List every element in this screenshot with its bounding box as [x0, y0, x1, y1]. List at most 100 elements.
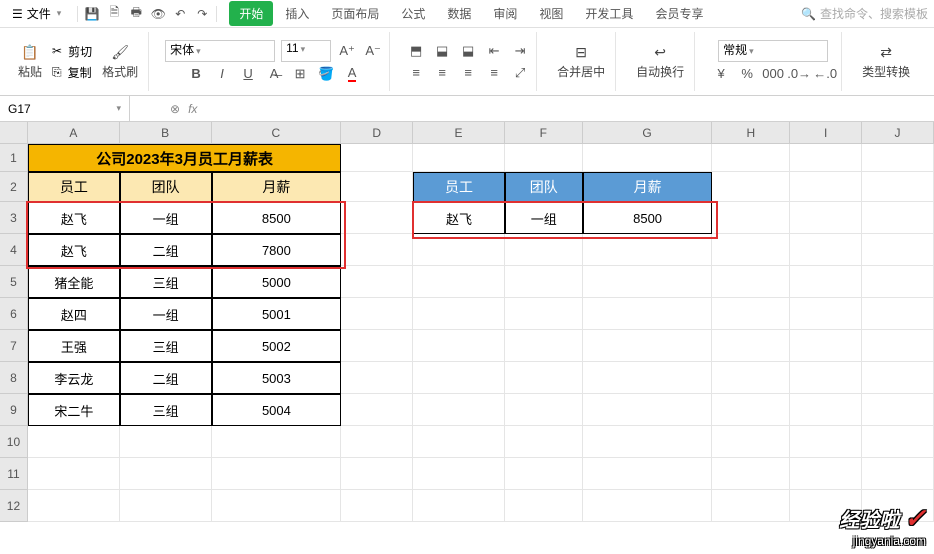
table1-cell[interactable]: 二组 — [120, 362, 212, 394]
cell[interactable] — [790, 458, 862, 490]
cell[interactable] — [583, 426, 713, 458]
col-header[interactable]: I — [790, 122, 862, 144]
cell[interactable] — [28, 458, 120, 490]
table1-cell[interactable]: 一组 — [120, 202, 212, 234]
cell[interactable] — [341, 426, 413, 458]
table1-header[interactable]: 员工 — [28, 172, 120, 202]
table1-cell[interactable]: 三组 — [120, 394, 212, 426]
cell[interactable] — [583, 394, 713, 426]
table1-cell[interactable]: 宋二牛 — [28, 394, 120, 426]
cell[interactable] — [505, 144, 583, 172]
cell[interactable] — [341, 298, 413, 330]
cell[interactable] — [505, 490, 583, 522]
table1-cell[interactable]: 5000 — [212, 266, 342, 298]
table1-cell[interactable]: 赵四 — [28, 298, 120, 330]
align-right-button[interactable]: ≡ — [458, 63, 478, 83]
cell[interactable] — [712, 266, 790, 298]
save-icon[interactable]: 💾 — [84, 6, 100, 22]
fx-label[interactable]: fx — [188, 102, 197, 116]
table1-cell[interactable]: 5001 — [212, 298, 342, 330]
cell[interactable] — [413, 490, 505, 522]
cell[interactable] — [583, 458, 713, 490]
cell[interactable] — [712, 394, 790, 426]
cell[interactable] — [505, 426, 583, 458]
cell[interactable] — [583, 144, 713, 172]
cell[interactable] — [413, 266, 505, 298]
cell[interactable] — [583, 266, 713, 298]
cell[interactable] — [413, 426, 505, 458]
table1-cell[interactable]: 5004 — [212, 394, 342, 426]
col-header[interactable]: H — [712, 122, 790, 144]
indent-increase-button[interactable]: ⇥ — [510, 41, 530, 61]
spreadsheet-grid[interactable]: A B C D E F G H I J 1 公司2023年3月员工月薪表 2 员… — [0, 122, 934, 522]
table2-header[interactable]: 月薪 — [583, 172, 713, 202]
cell[interactable] — [583, 234, 713, 266]
col-header[interactable]: A — [28, 122, 120, 144]
cell[interactable] — [862, 172, 934, 202]
currency-button[interactable]: ¥ — [711, 64, 731, 84]
cell[interactable] — [862, 362, 934, 394]
file-menu[interactable]: ☰ 文件 ▾ — [6, 3, 67, 24]
font-size-select[interactable]: 11▾ — [281, 40, 331, 62]
table1-cell[interactable]: 赵飞 — [28, 234, 120, 266]
increase-font-button[interactable]: A⁺ — [337, 41, 357, 61]
thousands-button[interactable]: 000 — [763, 64, 783, 84]
cell[interactable] — [790, 234, 862, 266]
format-painter-button[interactable]: 🖌 格式刷 — [98, 41, 142, 82]
tab-insert[interactable]: 插入 — [275, 1, 319, 26]
cell[interactable] — [413, 458, 505, 490]
undo-icon[interactable]: ↶ — [172, 6, 188, 22]
tab-view[interactable]: 视图 — [529, 1, 573, 26]
select-all-corner[interactable] — [0, 122, 28, 144]
cell[interactable] — [341, 330, 413, 362]
cell[interactable] — [341, 266, 413, 298]
cell[interactable] — [712, 458, 790, 490]
row-header[interactable]: 10 — [0, 426, 28, 458]
search-box[interactable]: 🔍 查找命令、搜索模板 — [801, 5, 928, 22]
table1-cell[interactable]: 三组 — [120, 266, 212, 298]
font-color-button[interactable]: A — [342, 64, 362, 84]
cell[interactable] — [505, 458, 583, 490]
cell[interactable] — [790, 144, 862, 172]
cell[interactable] — [120, 426, 212, 458]
cell[interactable] — [341, 234, 413, 266]
cell[interactable] — [712, 202, 790, 234]
align-left-button[interactable]: ≡ — [406, 63, 426, 83]
cell[interactable] — [212, 426, 342, 458]
table1-cell[interactable]: 8500 — [212, 202, 342, 234]
cell[interactable] — [712, 426, 790, 458]
row-header[interactable]: 8 — [0, 362, 28, 394]
cell[interactable] — [505, 266, 583, 298]
cell[interactable] — [790, 172, 862, 202]
cell[interactable] — [28, 426, 120, 458]
tab-formula[interactable]: 公式 — [391, 1, 435, 26]
type-convert-button[interactable]: ⇄ 类型转换 — [858, 41, 914, 82]
cut-button[interactable]: ✂剪切 — [52, 43, 92, 60]
align-top-button[interactable]: ⬒ — [406, 41, 426, 61]
decrease-decimal-button[interactable]: ←.0 — [815, 64, 835, 84]
cell[interactable] — [862, 330, 934, 362]
cell[interactable] — [712, 330, 790, 362]
underline-button[interactable]: U — [238, 64, 258, 84]
tab-review[interactable]: 审阅 — [483, 1, 527, 26]
align-middle-button[interactable]: ⬓ — [432, 41, 452, 61]
strikethrough-button[interactable]: A̶ — [264, 64, 284, 84]
cell[interactable] — [583, 298, 713, 330]
row-header[interactable]: 3 — [0, 202, 28, 234]
tab-devtools[interactable]: 开发工具 — [575, 1, 643, 26]
table1-cell[interactable]: 猪全能 — [28, 266, 120, 298]
table1-cell[interactable]: 一组 — [120, 298, 212, 330]
col-header[interactable]: G — [583, 122, 713, 144]
table1-cell[interactable]: 二组 — [120, 234, 212, 266]
cell[interactable] — [862, 426, 934, 458]
increase-decimal-button[interactable]: .0→ — [789, 64, 809, 84]
cell[interactable] — [712, 298, 790, 330]
table1-cell[interactable]: 王强 — [28, 330, 120, 362]
cell[interactable] — [413, 298, 505, 330]
paste-button[interactable]: 📋 粘贴 — [14, 41, 46, 82]
table2-cell[interactable]: 赵飞 — [413, 202, 505, 234]
number-format-select[interactable]: 常规▾ — [718, 40, 828, 62]
col-header[interactable]: F — [505, 122, 583, 144]
row-header[interactable]: 9 — [0, 394, 28, 426]
table2-header[interactable]: 员工 — [413, 172, 505, 202]
